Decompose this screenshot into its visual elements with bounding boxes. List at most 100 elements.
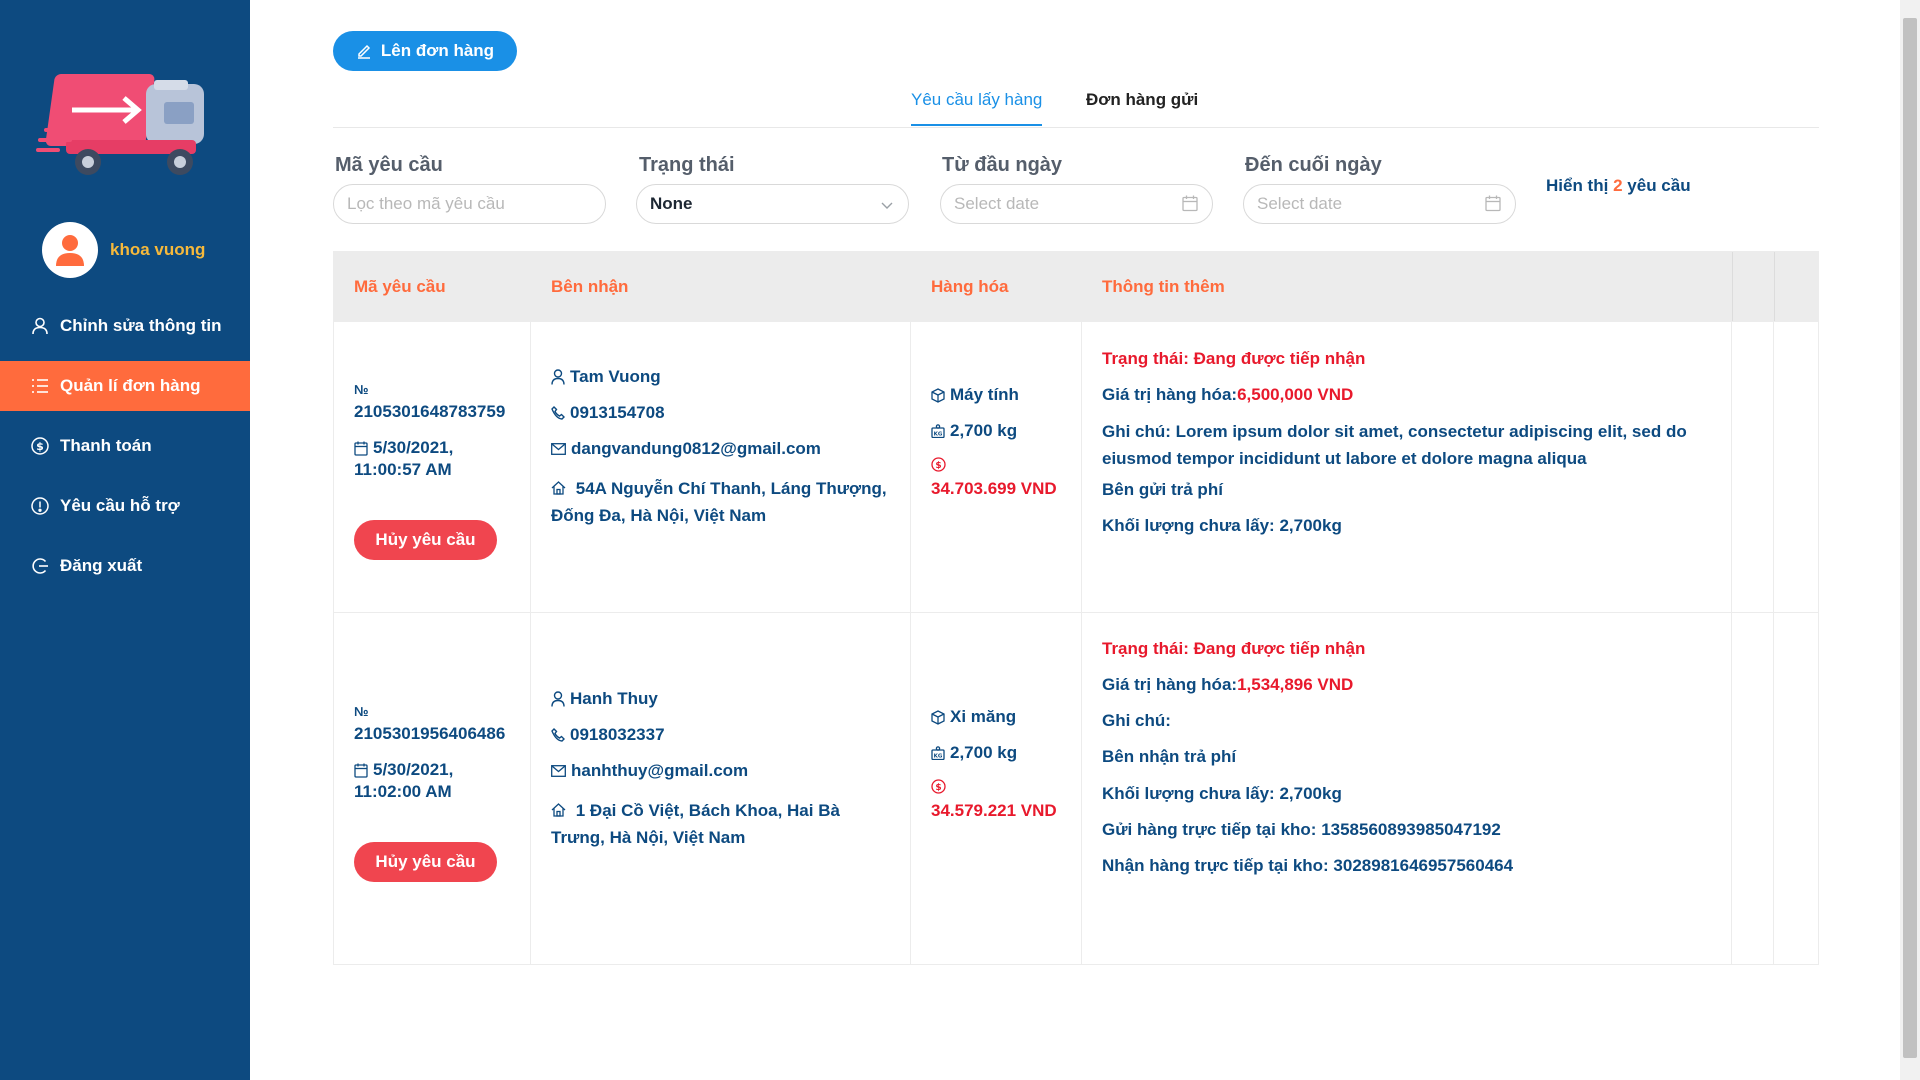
- phone-icon: [551, 728, 565, 742]
- cancel-request-button[interactable]: Hủy yêu cầu: [354, 842, 497, 882]
- to-date-picker[interactable]: Select date: [1243, 184, 1516, 224]
- result-count: Hiển thị 2 yêu cầu: [1546, 176, 1691, 196]
- goods-name: Máy tính: [950, 385, 1019, 404]
- list-icon: [30, 376, 50, 396]
- home-icon: [551, 803, 566, 817]
- user-icon: [30, 316, 50, 336]
- sidebar-item-support[interactable]: Yêu cầu hỗ trợ: [0, 481, 250, 531]
- empty-cell: [1732, 613, 1774, 964]
- goods-value: 6,500,000 VND: [1237, 385, 1354, 404]
- phone-icon: [551, 406, 565, 420]
- shipping-price: 34.579.221 VND: [931, 801, 1057, 820]
- table-row: № 2105301648783759 5/30/2021, 11:00:57 A…: [334, 321, 1818, 612]
- svg-text:$: $: [935, 461, 941, 471]
- request-date: 5/30/2021,: [373, 438, 454, 457]
- result-count-suffix: yêu cầu: [1627, 176, 1691, 195]
- number-sign: №: [354, 704, 369, 719]
- receiver-name: Tam Vuong: [570, 367, 661, 386]
- goods-value-label: Giá trị hàng hóa:: [1102, 675, 1238, 694]
- avatar: [42, 222, 98, 278]
- note: Ghi chú:: [1102, 711, 1171, 730]
- table-header: Mã yêu cầu Bên nhận Hàng hóa Thông tin t…: [334, 252, 1818, 321]
- sidebar-item-label: Yêu cầu hỗ trợ: [60, 496, 180, 515]
- edit-icon: [357, 44, 370, 59]
- number-sign: №: [354, 382, 369, 397]
- tabs: Yêu cầu lấy hàng Đơn hàng gửi: [333, 80, 1819, 128]
- tab-pickup-requests[interactable]: Yêu cầu lấy hàng: [911, 90, 1043, 126]
- sidebar-item-payment[interactable]: $ Thanh toán: [0, 421, 250, 471]
- result-count-prefix: Hiển thị: [1546, 176, 1609, 195]
- warehouse-send: Gửi hàng trực tiếp tại kho: 135856089398…: [1102, 820, 1501, 839]
- goods-weight: 2,700 kg: [950, 743, 1018, 762]
- from-date-label: Từ đầu ngày: [942, 154, 1063, 176]
- code-filter-placeholder: Lọc theo mã yêu cầu: [347, 194, 505, 213]
- sidebar-item-label: Quản lí đơn hàng: [60, 376, 201, 395]
- tab-sent-orders[interactable]: Đơn hàng gửi: [1086, 90, 1198, 124]
- svg-text:KG: KG: [934, 432, 943, 438]
- request-id: 2105301956406486: [354, 724, 506, 743]
- create-order-button[interactable]: Lên đơn hàng: [333, 31, 517, 71]
- empty-cell: [1732, 322, 1774, 612]
- receiver-name: Hanh Thuy: [570, 689, 658, 708]
- shipping-price: 34.703.699 VND: [931, 479, 1057, 498]
- svg-text:KG: KG: [934, 754, 943, 760]
- calendar-icon: [354, 763, 368, 778]
- request-status: Trạng thái: Đang được tiếp nhận: [1102, 639, 1366, 658]
- receiver-phone: 0913154708: [570, 403, 665, 422]
- from-date-placeholder: Select date: [954, 194, 1040, 213]
- fee-payer: Bên nhận trả phí: [1102, 747, 1237, 766]
- cancel-request-button[interactable]: Hủy yêu cầu: [354, 520, 497, 560]
- sidebar-item-label: Thanh toán: [60, 436, 152, 455]
- scrollbar-thumb[interactable]: [1903, 18, 1917, 1058]
- dollar-icon: $: [30, 436, 50, 456]
- vertical-scrollbar[interactable]: [1900, 0, 1920, 1080]
- code-filter-label: Mã yêu cầu: [335, 154, 443, 176]
- user-name: khoa vuong: [110, 240, 206, 259]
- goods-value-label: Giá trị hàng hóa:: [1102, 385, 1238, 404]
- dollar-icon: $: [931, 457, 946, 472]
- sidebar-menu: Chỉnh sửa thông tin Quản lí đơn hàng $ T…: [0, 301, 250, 601]
- from-date-picker[interactable]: Select date: [940, 184, 1213, 224]
- sidebar-item-label: Chỉnh sửa thông tin: [60, 316, 222, 335]
- sidebar-item-label: Đăng xuất: [60, 556, 143, 575]
- main-content: Lên đơn hàng Yêu cầu lấy hàng Đơn hàng g…: [250, 0, 1900, 1080]
- status-filter-select[interactable]: None: [636, 184, 909, 224]
- result-count-number: 2: [1613, 176, 1623, 195]
- empty-cell: [1774, 613, 1816, 964]
- to-date-placeholder: Select date: [1257, 194, 1343, 213]
- remaining-weight: Khối lượng chưa lấy: 2,700kg: [1102, 784, 1342, 803]
- fee-payer: Bên gửi trả phí: [1102, 480, 1223, 499]
- chevron-down-icon: [881, 202, 893, 209]
- weight-icon: KG: [931, 424, 945, 438]
- mail-icon: [551, 443, 566, 455]
- header-request-code: Mã yêu cầu: [354, 276, 446, 296]
- calendar-icon: [1485, 195, 1501, 212]
- weight-icon: KG: [931, 746, 945, 760]
- user-profile[interactable]: khoa vuong: [42, 222, 205, 278]
- warehouse-receive: Nhận hàng trực tiếp tại kho: 30289816469…: [1102, 856, 1514, 875]
- goods-value: 1,534,896 VND: [1237, 675, 1354, 694]
- receiver-address: 54A Nguyễn Chí Thanh, Láng Thượng, Đống …: [551, 479, 887, 525]
- create-order-label: Lên đơn hàng: [380, 41, 495, 60]
- remaining-weight: Khối lượng chưa lấy: 2,700kg: [1102, 516, 1342, 535]
- receiver-address: 1 Đại Cồ Việt, Bách Khoa, Hai Bà Trưng, …: [551, 801, 840, 847]
- svg-text:$: $: [36, 440, 44, 453]
- header-receiver: Bên nhận: [551, 276, 629, 296]
- code-filter-input[interactable]: Lọc theo mã yêu cầu: [333, 184, 606, 224]
- sidebar-item-order-management[interactable]: Quản lí đơn hàng: [0, 361, 250, 411]
- header-goods: Hàng hóa: [931, 276, 1009, 296]
- request-date: 5/30/2021,: [373, 760, 454, 779]
- sidebar-item-edit-profile[interactable]: Chỉnh sửa thông tin: [0, 301, 250, 351]
- request-status: Trạng thái: Đang được tiếp nhận: [1102, 349, 1366, 368]
- alert-icon: [30, 496, 50, 516]
- sidebar-item-logout[interactable]: Đăng xuất: [0, 541, 250, 591]
- user-avatar-icon: [56, 235, 84, 266]
- logout-icon: [30, 556, 50, 576]
- requests-table: Mã yêu cầu Bên nhận Hàng hóa Thông tin t…: [333, 251, 1819, 965]
- calendar-icon: [1182, 195, 1198, 212]
- receiver-email: hanhthuy@gmail.com: [571, 761, 749, 780]
- table-row: № 2105301956406486 5/30/2021, 11:02:00 A…: [334, 612, 1818, 964]
- sidebar: khoa vuong Chỉnh sửa thông tin Quản lí đ…: [0, 0, 250, 1080]
- delivery-truck-logo: [36, 74, 204, 175]
- header-extra-info: Thông tin thêm: [1102, 276, 1225, 296]
